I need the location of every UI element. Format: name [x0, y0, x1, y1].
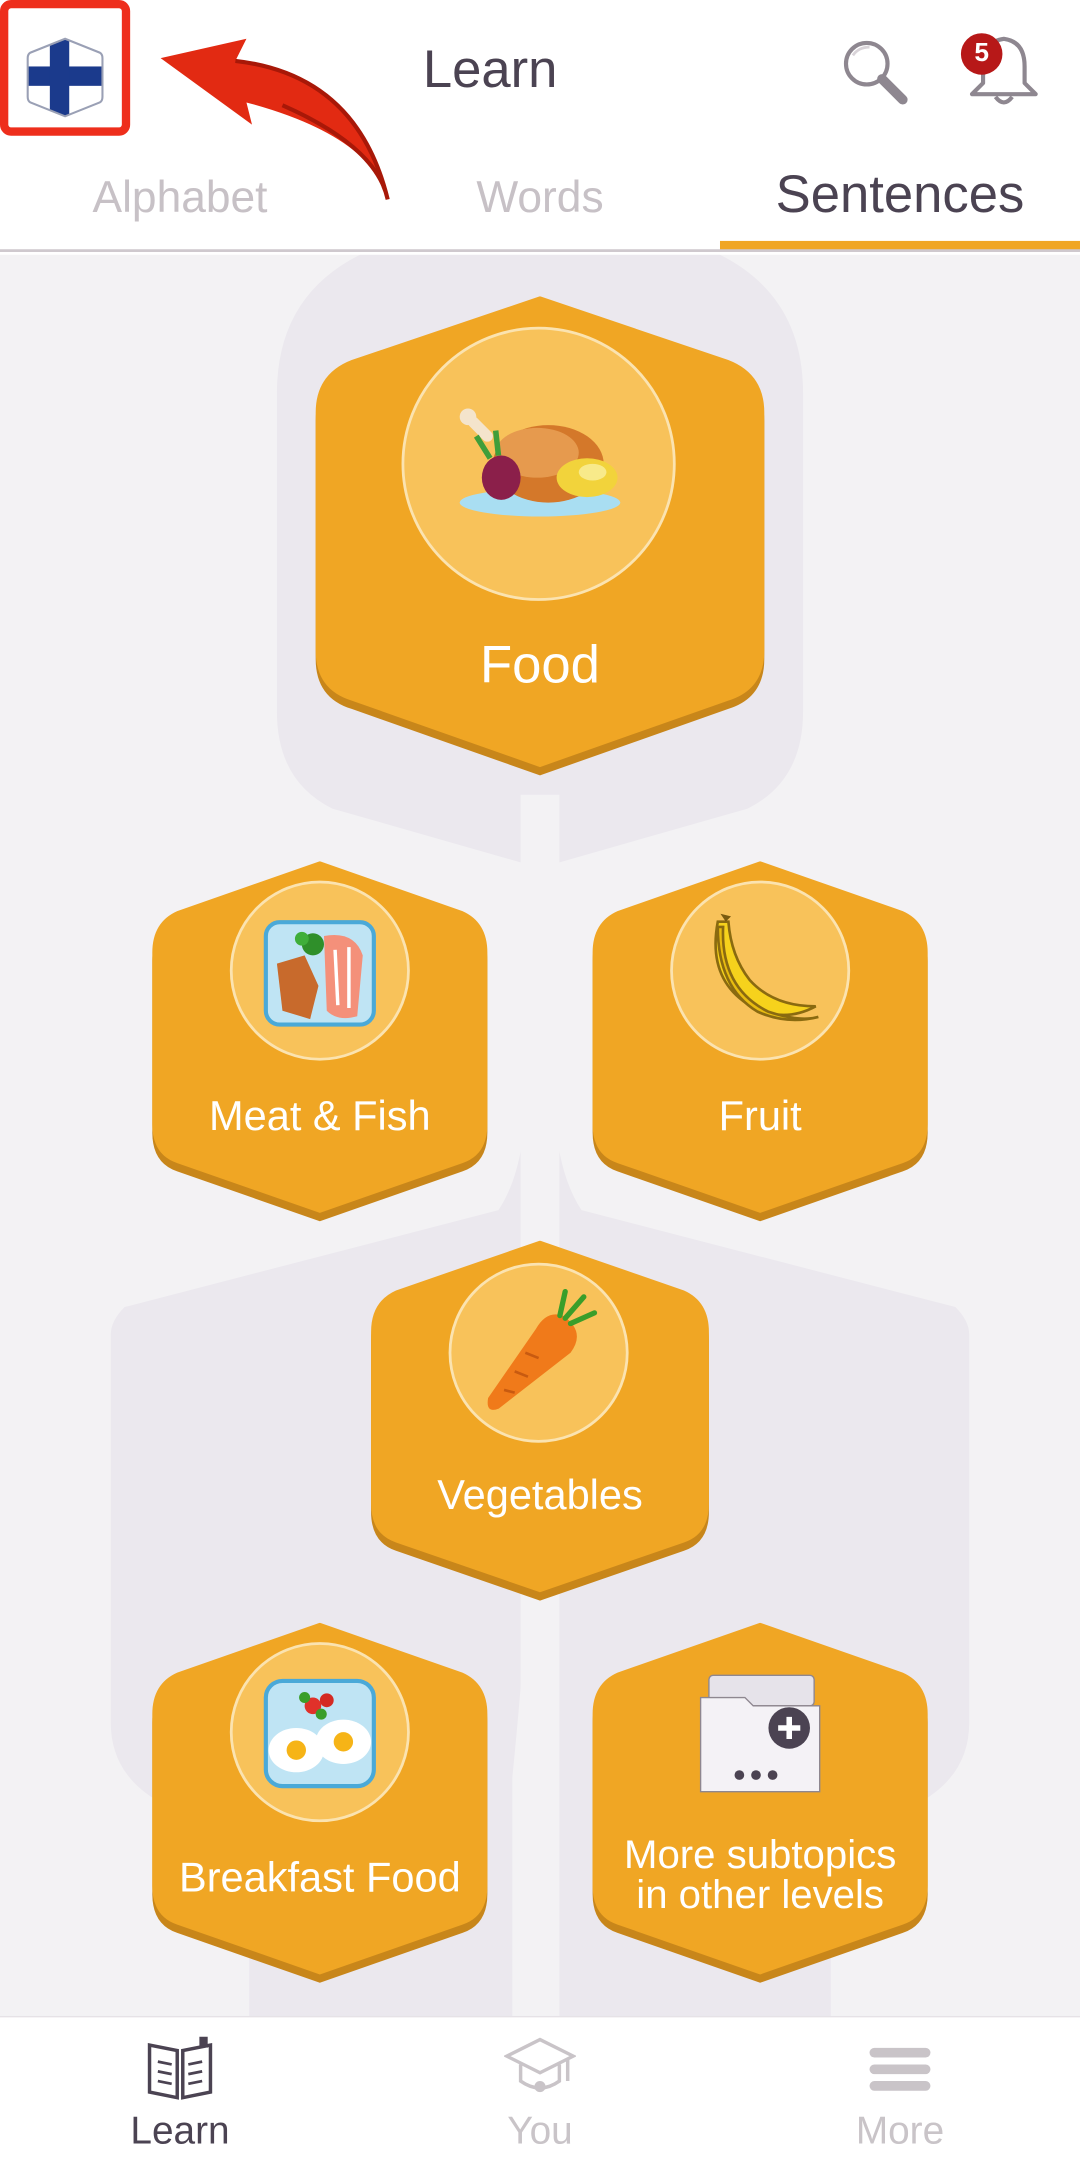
topic-icon-circle [670, 880, 851, 1061]
book-icon [147, 2036, 213, 2100]
nav-you[interactable]: You [360, 2017, 720, 2172]
carrot-icon [487, 1288, 598, 1410]
page-title: Learn [422, 41, 558, 100]
topic-vegetables[interactable]: Vegetables [368, 1240, 711, 1604]
nav-learn[interactable]: Learn [0, 2017, 360, 2172]
topic-label: Vegetables [437, 1473, 643, 1519]
notifications-button[interactable]: 5 [960, 30, 1047, 108]
tab-alphabet[interactable]: Alphabet [0, 172, 360, 223]
topic-food[interactable]: Food [313, 296, 767, 781]
nav-label: Learn [130, 2108, 230, 2152]
search-icon[interactable] [839, 36, 911, 108]
topic-fruit[interactable]: Fruit [590, 861, 931, 1224]
topic-label: Breakfast Food [179, 1855, 461, 1902]
app-header: Learn 5 Alphabet Words Sentences [0, 0, 1080, 255]
meat-fish-icon [263, 920, 376, 1027]
topic-label: Fruit [718, 1093, 802, 1140]
folder-plus-icon [699, 1674, 821, 1793]
topic-meat-fish[interactable]: Meat & Fish [150, 861, 491, 1224]
tab-bar: Alphabet Words Sentences [0, 163, 1080, 254]
nav-label: You [507, 2108, 573, 2152]
topic-breakfast-food[interactable]: Breakfast Food [150, 1622, 491, 1986]
tabs-divider [0, 249, 1080, 252]
banana-icon [714, 913, 819, 1022]
tab-words[interactable]: Words [360, 172, 720, 223]
nav-label: More [855, 2108, 945, 2152]
nav-more[interactable]: More [720, 2017, 1080, 2172]
bottom-navigation: Learn You More [0, 2015, 1080, 2172]
topic-icon-circle [229, 880, 410, 1061]
topic-icon-circle [401, 326, 676, 601]
tab-sentences[interactable]: Sentences [720, 166, 1080, 226]
fried-eggs-icon [263, 1678, 376, 1789]
graduation-cap-icon [503, 2037, 576, 2093]
topic-label: More subtopics in other levels [624, 1833, 897, 1918]
roast-chicken-icon [459, 408, 621, 517]
topic-more-subtopics[interactable]: More subtopics in other levels [590, 1622, 931, 1986]
menu-icon [869, 2047, 931, 2091]
topic-label: Meat & Fish [209, 1093, 431, 1140]
notification-badge: 5 [960, 33, 1003, 75]
topic-label: Food [480, 636, 600, 696]
topic-icon-circle [448, 1262, 629, 1443]
topic-icon-circle [229, 1642, 410, 1823]
